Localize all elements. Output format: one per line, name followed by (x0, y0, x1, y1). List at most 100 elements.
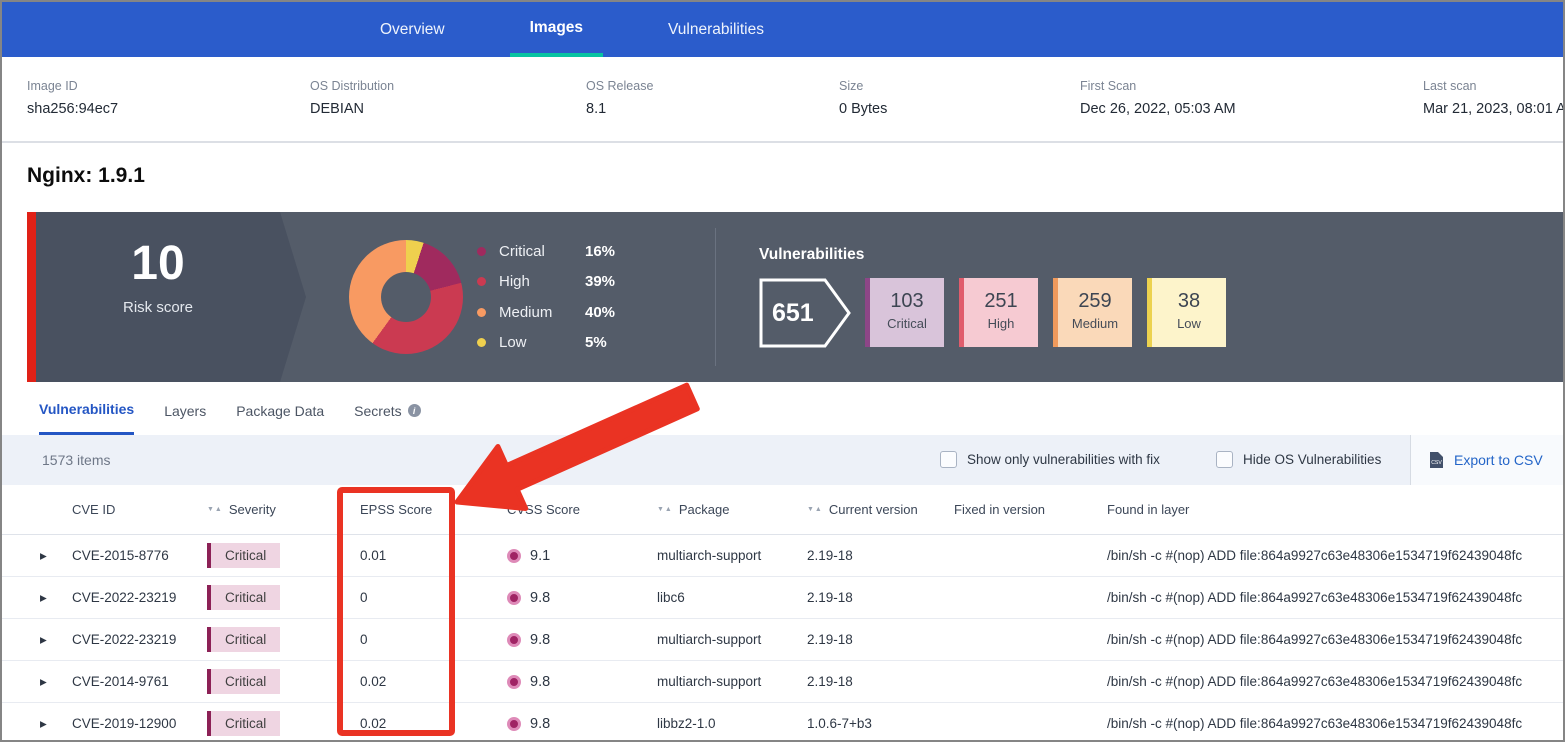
column-header-found-in-layer[interactable]: Found in layer (1107, 502, 1563, 517)
row-expand-caret-icon[interactable]: ▸ (40, 548, 72, 564)
card-critical: 103 Critical (865, 278, 944, 347)
tab-vulnerabilities[interactable]: Vulnerabilities (648, 2, 784, 57)
total-vulnerabilities-tag: 651 (759, 278, 851, 348)
row-expand-caret-icon[interactable]: ▸ (40, 674, 72, 690)
summary-panel: 10 Risk score Critical 16% High 39% Medi… (27, 212, 1563, 382)
cve-id-cell[interactable]: CVE-2015-8776 (72, 548, 207, 563)
column-header-package[interactable]: ▼▲ Package (657, 502, 807, 517)
epss-score-cell: 0.01 (360, 548, 507, 563)
cve-id-cell[interactable]: CVE-2019-12900 (72, 716, 207, 731)
column-header-fixed-in-version[interactable]: Fixed in version (954, 502, 1107, 517)
card-medium: 259 Medium (1053, 278, 1132, 347)
row-expand-caret-icon[interactable]: ▸ (40, 632, 72, 648)
legend-item-critical: Critical 16% (477, 236, 662, 267)
card-low: 38 Low (1147, 278, 1226, 347)
cvss-severity-dot-icon (507, 675, 521, 689)
column-header-epss-score[interactable]: EPSS Score (360, 502, 507, 517)
epss-score-cell: 0 (360, 590, 507, 605)
package-cell: libbz2-1.0 (657, 716, 807, 731)
epss-score-cell: 0 (360, 632, 507, 647)
image-meta-bar: Image ID sha256:94ec7 OS Distribution DE… (2, 57, 1563, 143)
sort-icon[interactable]: ▼▲ (807, 506, 823, 513)
found-in-layer-cell: /bin/sh -c #(nop) ADD file:864a9927c63e4… (1107, 548, 1563, 563)
severity-cell: Critical (207, 627, 360, 652)
top-navigation: Overview Images Vulnerabilities (2, 2, 1563, 57)
current-version-cell: 2.19-18 (807, 590, 954, 605)
vuln-table-body: ▸CVE-2015-8776Critical0.019.1multiarch-s… (2, 535, 1563, 742)
card-high: 251 High (959, 278, 1038, 347)
package-cell: multiarch-support (657, 674, 807, 689)
detail-tab-package-data[interactable]: Package Data (236, 386, 324, 435)
severity-donut-chart (349, 240, 463, 354)
current-version-cell: 2.19-18 (807, 632, 954, 647)
found-in-layer-cell: /bin/sh -c #(nop) ADD file:864a9927c63e4… (1107, 674, 1563, 689)
column-header-cvss-score[interactable]: CVSS Score (507, 502, 657, 517)
cvss-score-cell: 9.1 (507, 548, 657, 564)
export-to-csv-button[interactable]: CSV Export to CSV (1410, 435, 1563, 485)
total-vulnerabilities-count: 651 (772, 299, 814, 328)
cvss-score-cell: 9.8 (507, 674, 657, 690)
legend-item-high: High 39% (477, 267, 662, 298)
table-row[interactable]: ▸CVE-2022-23219Critical09.8multiarch-sup… (2, 619, 1563, 661)
risk-score-block: 10 Risk score (36, 212, 306, 382)
table-toolbar: 1573 items Show only vulnerabilities wit… (2, 435, 1563, 485)
row-expand-caret-icon[interactable]: ▸ (40, 716, 72, 732)
image-scan-report-page: Overview Images Vulnerabilities Image ID… (0, 0, 1565, 742)
cve-id-cell[interactable]: CVE-2022-23219 (72, 632, 207, 647)
severity-badge: Critical (207, 711, 280, 736)
tab-images[interactable]: Images (510, 2, 603, 57)
severity-cards: 103 Critical 251 High 259 Medium 38 Low (865, 278, 1226, 347)
epss-score-cell: 0.02 (360, 674, 507, 689)
legend-dot-low-icon (477, 338, 486, 347)
found-in-layer-cell: /bin/sh -c #(nop) ADD file:864a9927c63e4… (1107, 632, 1563, 647)
found-in-layer-cell: /bin/sh -c #(nop) ADD file:864a9927c63e4… (1107, 590, 1563, 605)
sort-icon[interactable]: ▼▲ (207, 506, 223, 513)
cvss-score-cell: 9.8 (507, 632, 657, 648)
detail-tab-secrets[interactable]: Secrets i (354, 386, 420, 435)
cvss-severity-dot-icon (507, 717, 521, 731)
meta-last-scan: Last scan Mar 21, 2023, 08:01 AM (1423, 79, 1565, 117)
table-row[interactable]: ▸CVE-2014-9761Critical0.029.8multiarch-s… (2, 661, 1563, 703)
detail-tab-vulnerabilities[interactable]: Vulnerabilities (39, 386, 134, 435)
checkbox-hide-os-vulnerabilities[interactable]: Hide OS Vulnerabilities (1216, 451, 1381, 468)
current-version-cell: 1.0.6-7+b3 (807, 716, 954, 731)
severity-badge: Critical (207, 543, 280, 568)
found-in-layer-cell: /bin/sh -c #(nop) ADD file:864a9927c63e4… (1107, 716, 1563, 731)
legend-item-medium: Medium 40% (477, 297, 662, 328)
info-icon: i (408, 404, 421, 417)
current-version-cell: 2.19-18 (807, 548, 954, 563)
table-row[interactable]: ▸CVE-2022-23219Critical09.8libc62.19-18/… (2, 577, 1563, 619)
detail-tab-layers[interactable]: Layers (164, 386, 206, 435)
cvss-score-cell: 9.8 (507, 716, 657, 732)
legend-dot-critical-icon (477, 247, 486, 256)
table-row[interactable]: ▸CVE-2019-12900Critical 0.029.8libbz2-1.0… (2, 703, 1563, 742)
severity-cell: Critical (207, 543, 360, 568)
row-expand-caret-icon[interactable]: ▸ (40, 590, 72, 606)
page-title: Nginx: 1.9.1 (27, 164, 145, 188)
checkbox-show-only-with-fix[interactable]: Show only vulnerabilities with fix (940, 451, 1160, 468)
table-row[interactable]: ▸CVE-2015-8776Critical 0.019.1multiarch-s… (2, 535, 1563, 577)
tab-overview[interactable]: Overview (360, 2, 465, 57)
column-header-cve-id[interactable]: CVE ID (72, 502, 207, 517)
severity-cell: Critical (207, 669, 360, 694)
current-version-cell: 2.19-18 (807, 674, 954, 689)
checkbox-icon[interactable] (940, 451, 957, 468)
meta-os-release: OS Release 8.1 (586, 79, 653, 117)
column-header-current-version[interactable]: ▼▲ Current version (807, 502, 954, 517)
epss-score-cell: 0.02 (360, 716, 507, 731)
cvss-severity-dot-icon (507, 549, 521, 563)
sort-icon[interactable]: ▼▲ (657, 506, 673, 513)
checkbox-icon[interactable] (1216, 451, 1233, 468)
cvss-severity-dot-icon (507, 633, 521, 647)
panel-divider (715, 228, 716, 366)
column-header-severity[interactable]: ▼▲ Severity (207, 502, 360, 517)
package-cell: multiarch-support (657, 548, 807, 563)
cve-id-cell[interactable]: CVE-2022-23219 (72, 590, 207, 605)
legend-item-low: Low 5% (477, 328, 662, 359)
meta-first-scan: First Scan Dec 26, 2022, 05:03 AM (1080, 79, 1236, 117)
csv-file-icon: CSV (1428, 451, 1445, 469)
cve-id-cell[interactable]: CVE-2014-9761 (72, 674, 207, 689)
meta-os-distribution: OS Distribution DEBIAN (310, 79, 394, 117)
package-cell: multiarch-support (657, 632, 807, 647)
legend-dot-medium-icon (477, 308, 486, 317)
